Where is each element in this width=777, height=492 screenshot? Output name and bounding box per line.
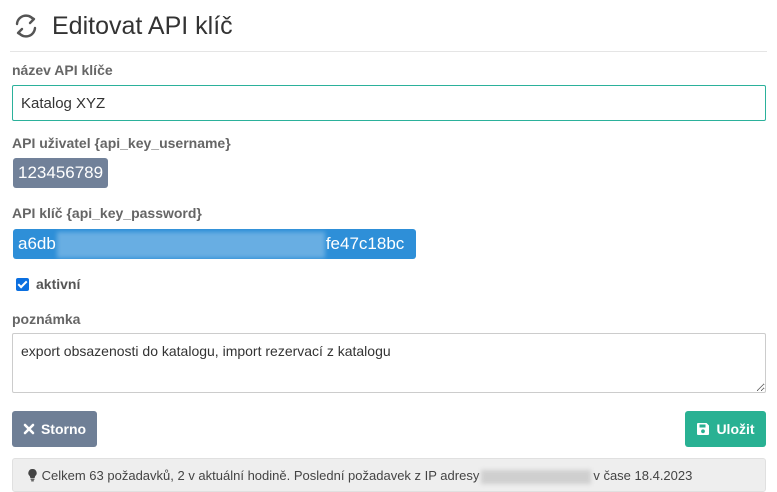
panel-header: Editovat API klíč: [10, 0, 767, 52]
note-textarea[interactable]: export obsazenosti do katalogu, import r…: [12, 333, 766, 393]
usage-text: Celkem 63 požadavků, 2 v aktuální hodině…: [41, 468, 480, 483]
refresh-icon: [12, 12, 40, 40]
api-key-name-input[interactable]: [12, 85, 766, 121]
usage-text-end: v čase 18.4.2023: [593, 468, 693, 483]
save-button[interactable]: Uložit: [685, 411, 766, 447]
active-label: aktivní: [36, 276, 81, 292]
password-label: API klíč {api_key_password}: [12, 205, 202, 221]
cancel-label: Storno: [40, 421, 87, 437]
save-label: Uložit: [716, 421, 755, 437]
save-icon: [697, 423, 710, 435]
edit-api-key-panel: Editovat API klíč název API klíče API už…: [0, 0, 777, 492]
page-title: Editovat API klíč: [52, 12, 233, 40]
name-label: název API klíče: [12, 62, 113, 78]
redacted-segment: [56, 231, 325, 258]
username-label: API uživatel {api_key_username}: [12, 135, 231, 151]
api-password-suffix: fe47c18bc: [325, 234, 405, 253]
api-password-value: a6db fe47c18bc: [13, 229, 416, 259]
lightbulb-icon: [27, 468, 38, 485]
cancel-button[interactable]: Storno: [12, 411, 97, 447]
active-checkbox-row[interactable]: aktivní: [16, 276, 80, 292]
active-checkbox[interactable]: [16, 277, 29, 291]
close-icon: [23, 423, 35, 435]
api-password-prefix: a6db: [18, 234, 56, 253]
usage-info-bar: Celkem 63 požadavků, 2 v aktuální hodině…: [12, 458, 766, 492]
redacted-ip: [481, 469, 592, 484]
api-username-value: 123456789: [13, 158, 109, 188]
note-label: poznámka: [12, 311, 81, 327]
